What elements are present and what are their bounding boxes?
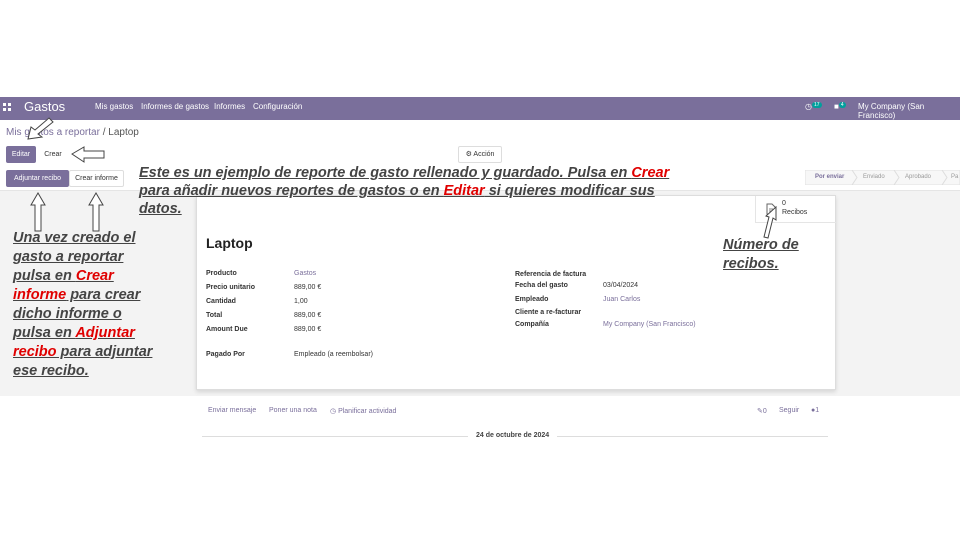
arrow-to-receipts-icon xyxy=(763,205,777,239)
arrow-to-create-icon xyxy=(71,146,105,163)
annotation-arrows xyxy=(27,117,777,239)
arrow-to-edit-icon xyxy=(27,117,54,140)
arrow-to-attach-icon xyxy=(30,192,46,232)
arrow-to-report-icon xyxy=(88,192,104,232)
